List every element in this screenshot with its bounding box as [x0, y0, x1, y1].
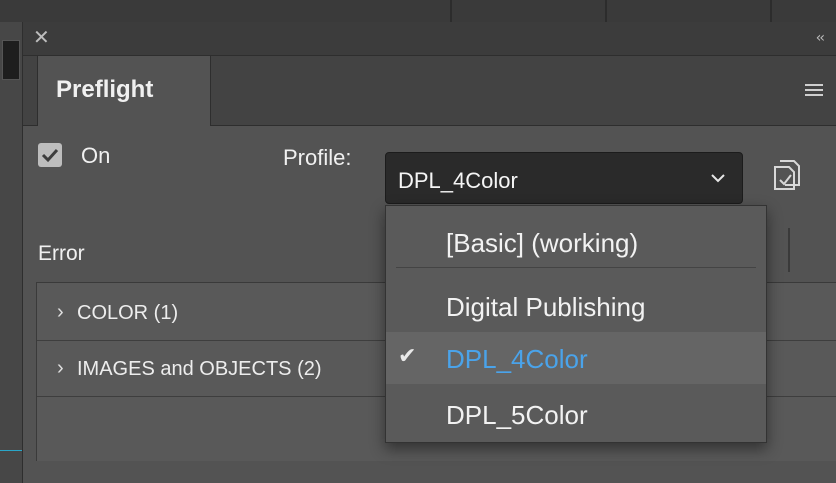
dropdown-option-label: DPL_5Color [446, 400, 588, 430]
dropdown-separator [396, 267, 756, 268]
panel-tab-row: Preflight [23, 56, 836, 126]
checkmark-icon [41, 148, 59, 163]
toolbar-divider [770, 0, 772, 22]
collapse-icon[interactable]: ‹‹ [816, 30, 825, 46]
close-icon[interactable]: ✕ [33, 27, 53, 47]
profile-select[interactable]: DPL_4Color [385, 152, 743, 204]
guide-line [0, 450, 22, 451]
dropdown-option-label: [Basic] (working) [446, 228, 639, 258]
profile-label: Profile: [283, 145, 352, 170]
toolbar-divider [605, 0, 607, 22]
on-checkbox[interactable] [38, 143, 62, 167]
list-item-label: COLOR (1) [77, 302, 179, 324]
chevron-right-icon: › [57, 357, 64, 379]
dropdown-option-label: Digital Publishing [446, 292, 646, 322]
dropdown-option-dpl-4color[interactable]: ✔ DPL_4Color [386, 332, 766, 384]
error-column-header[interactable]: Error [38, 242, 85, 266]
dropdown-option-dpl-5color[interactable]: DPL_5Color [386, 388, 766, 440]
tab-preflight[interactable]: Preflight [37, 56, 211, 126]
chevron-down-icon [711, 174, 725, 183]
profile-dropdown-menu: [Basic] (working) Digital Publishing ✔ D… [385, 205, 767, 443]
dropdown-option-digital-publishing[interactable]: Digital Publishing [386, 280, 766, 332]
app-toolbar-strip [0, 0, 836, 22]
ruler-marker [2, 40, 20, 80]
profile-options-icon[interactable] [772, 158, 802, 192]
tab-label: Preflight [56, 76, 154, 103]
document-canvas-edge [0, 22, 22, 483]
profile-select-value: DPL_4Color [398, 168, 518, 193]
column-divider[interactable] [788, 228, 790, 272]
chevron-right-icon: › [57, 301, 64, 323]
toolbar-divider [450, 0, 452, 22]
dropdown-option-label: DPL_4Color [446, 344, 588, 374]
panel-titlebar[interactable]: ✕ ‹‹ [23, 22, 836, 56]
on-label: On [81, 143, 111, 168]
list-item-label: IMAGES and OBJECTS (2) [77, 358, 322, 380]
menu-icon[interactable] [805, 84, 823, 98]
dropdown-option-basic[interactable]: [Basic] (working) [386, 216, 766, 268]
checkmark-icon: ✔ [398, 344, 417, 369]
